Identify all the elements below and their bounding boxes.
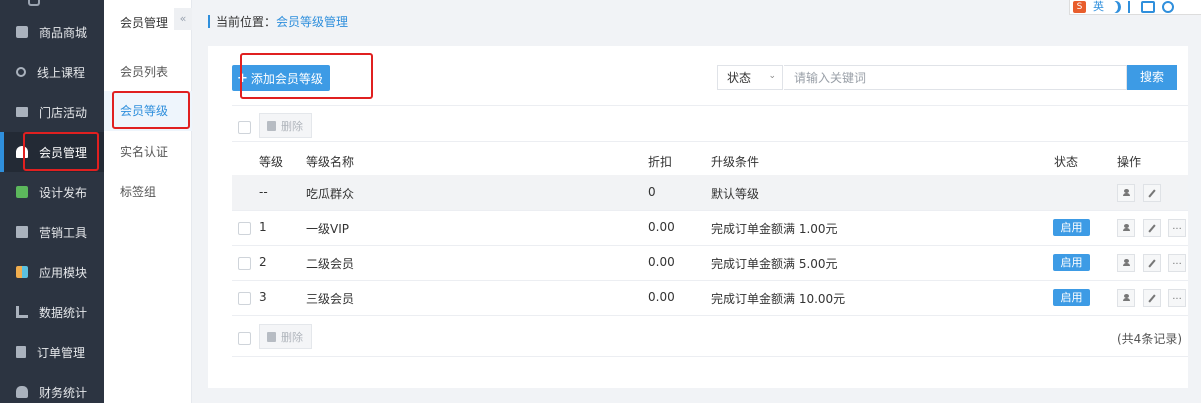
- design-icon: [16, 186, 28, 198]
- col-header-condition: 升级条件: [711, 155, 760, 169]
- col-header-discount: 折扣: [648, 155, 673, 169]
- subnav-title: 会员管理: [120, 16, 169, 30]
- breadcrumb-current[interactable]: 会员等级管理: [276, 13, 348, 30]
- nav-item-orders[interactable]: 订单管理: [0, 332, 104, 372]
- more-button[interactable]: ...: [1168, 289, 1186, 307]
- user-icon: [1122, 224, 1130, 232]
- chevron-down-icon: ⌄: [768, 71, 776, 81]
- apps-icon: [16, 266, 28, 278]
- trash-icon: [267, 331, 276, 342]
- nav-item-apps[interactable]: 应用模块: [0, 252, 104, 292]
- breadcrumb: 当前位置： 会员等级管理: [208, 13, 348, 30]
- row-checkbox[interactable]: [238, 222, 251, 235]
- annotation-box-member-nav: [23, 132, 99, 171]
- more-icon: ...: [1172, 220, 1182, 232]
- nav-item-label: 营销工具: [39, 225, 88, 240]
- table-row: 1 一级VIP 0.00 完成订单金额满 1.00元 启用 ...: [232, 210, 1188, 245]
- language-toggle[interactable]: 英: [1093, 1, 1104, 13]
- row-checkbox[interactable]: [238, 292, 251, 305]
- edit-button[interactable]: [1143, 184, 1161, 202]
- course-icon: [16, 67, 26, 77]
- edit-button[interactable]: [1143, 219, 1161, 237]
- nav-item-label: 数据统计: [39, 305, 88, 320]
- nav-item-label: 应用模块: [39, 265, 88, 280]
- members-button[interactable]: [1117, 184, 1135, 202]
- nav-top-partial: [0, 0, 104, 10]
- nav-item-label: 商品商城: [39, 25, 88, 40]
- more-button[interactable]: ...: [1168, 219, 1186, 237]
- status-filter-select[interactable]: 状态 ⌄: [717, 65, 783, 90]
- search-input[interactable]: [784, 65, 1127, 90]
- sogou-logo-icon[interactable]: S: [1073, 1, 1086, 13]
- store-icon: [16, 107, 28, 117]
- nav-item-design[interactable]: 设计发布: [0, 172, 104, 212]
- status-badge[interactable]: 启用: [1053, 254, 1090, 271]
- user-icon: [1122, 294, 1130, 302]
- nav-item-label: 线上课程: [37, 65, 86, 80]
- subnav-item-tag-group[interactable]: 标签组: [104, 172, 192, 212]
- status-badge[interactable]: 启用: [1053, 289, 1090, 306]
- nav-item-label: 财务统计: [39, 385, 88, 400]
- pencil-icon: [1148, 188, 1156, 198]
- collapse-sidebar-button[interactable]: «: [174, 8, 192, 30]
- nav-item-stats[interactable]: 数据统计: [0, 292, 104, 332]
- more-icon: ...: [1172, 255, 1182, 267]
- pencil-icon: [1148, 223, 1156, 233]
- user-icon: [1122, 259, 1130, 267]
- annotation-box-member-level: [112, 91, 190, 129]
- edit-button[interactable]: [1143, 254, 1161, 272]
- chart-icon: [16, 306, 28, 318]
- subnav-item-verification[interactable]: 实名认证: [104, 132, 192, 172]
- col-header-status: 状态: [1054, 155, 1079, 169]
- row-checkbox[interactable]: [238, 257, 251, 270]
- more-button[interactable]: ...: [1168, 254, 1186, 272]
- col-header-actions: 操作: [1117, 155, 1142, 169]
- search-button[interactable]: 搜索: [1127, 65, 1177, 90]
- nav-item-label: 订单管理: [37, 345, 86, 360]
- subnav-item-member-list[interactable]: 会员列表: [104, 52, 192, 92]
- table-row: 3 三级会员 0.00 完成订单金额满 10.00元 启用 ...: [232, 280, 1188, 315]
- members-button[interactable]: [1117, 254, 1135, 272]
- nav-item-finance[interactable]: 财务统计: [0, 372, 104, 403]
- select-all-checkbox-bottom[interactable]: [238, 332, 251, 345]
- members-button[interactable]: [1117, 289, 1135, 307]
- members-button[interactable]: [1117, 219, 1135, 237]
- bulk-delete-button[interactable]: 删除: [259, 113, 312, 138]
- table-row: 2 二级会员 0.00 完成订单金额满 5.00元 启用 ...: [232, 245, 1188, 280]
- more-icon: ...: [1172, 290, 1182, 302]
- trash-icon: [267, 120, 276, 131]
- col-header-level: 等级: [259, 155, 284, 169]
- finance-icon: [16, 386, 28, 398]
- select-all-checkbox[interactable]: [238, 121, 251, 134]
- moon-icon[interactable]: [1111, 1, 1121, 13]
- nav-item-marketing[interactable]: 营销工具: [0, 212, 104, 252]
- pencil-icon: [1148, 293, 1156, 303]
- nav-item-store[interactable]: 门店活动: [0, 92, 104, 132]
- nav-item-label: 设计发布: [39, 185, 88, 200]
- order-icon: [16, 346, 26, 358]
- record-count: (共4条记录): [1117, 332, 1182, 346]
- nav-item-label: 门店活动: [39, 105, 88, 120]
- user-icon: [1122, 189, 1130, 197]
- annotation-box-add-button: [240, 53, 373, 99]
- settings-icon[interactable]: [1162, 1, 1174, 13]
- keyboard-icon[interactable]: [1141, 1, 1155, 13]
- table-row: -- 吃瓜群众 0 默认等级: [232, 175, 1188, 210]
- main-sidebar: 商品商城 线上课程 门店活动 会员管理 设计发布 营销工具 应用模块 数据统计 …: [0, 0, 104, 403]
- nav-item-shop[interactable]: 商品商城: [0, 12, 104, 52]
- breadcrumb-label: 当前位置：: [216, 14, 277, 29]
- pencil-icon: [1148, 258, 1156, 268]
- edit-button[interactable]: [1143, 289, 1161, 307]
- ime-toolbar: S 英: [1069, 0, 1201, 15]
- sub-sidebar: 会员管理 会员列表 会员等级 实名认证 标签组: [104, 0, 192, 403]
- status-badge[interactable]: 启用: [1053, 219, 1090, 236]
- shop-icon: [16, 26, 28, 38]
- col-header-name: 等级名称: [306, 155, 355, 169]
- nav-item-course[interactable]: 线上课程: [0, 52, 104, 92]
- bulk-delete-button-bottom[interactable]: 删除: [259, 324, 312, 349]
- gift-icon: [16, 226, 28, 238]
- home-icon: [28, 0, 40, 6]
- punctuation-icon[interactable]: [1128, 1, 1134, 13]
